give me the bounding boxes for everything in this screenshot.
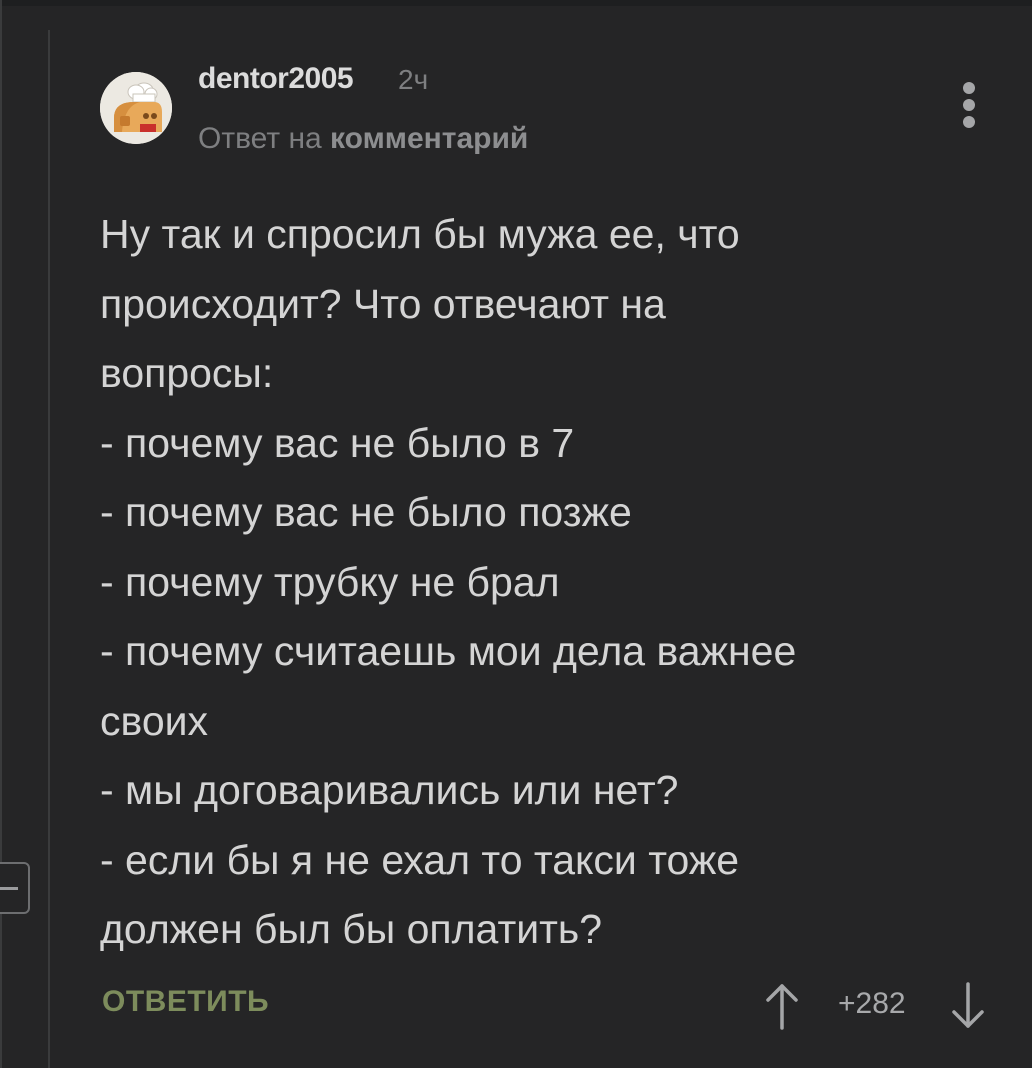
downvote-button[interactable] bbox=[948, 980, 988, 1032]
rating-score: +282 bbox=[838, 987, 906, 1020]
comment-line: своих bbox=[100, 697, 209, 744]
comment-line: - почему трубку не брал bbox=[100, 558, 560, 605]
thread-line[interactable] bbox=[48, 30, 50, 1068]
author-username[interactable]: dentor2005 bbox=[198, 62, 354, 96]
avatar[interactable] bbox=[100, 72, 172, 144]
comment-line: - почему считаешь мои дела важнее bbox=[100, 628, 797, 674]
comment-line: - почему вас не было позже bbox=[100, 489, 632, 535]
reply-to-prefix: Ответ на bbox=[198, 122, 322, 155]
comment-line: - мы договаривались или нет? bbox=[100, 767, 679, 813]
comment-line: должен был бы оплатить? bbox=[100, 906, 603, 952]
comment-line: - если бы я не ехал то такси тоже bbox=[100, 836, 740, 883]
reply-button[interactable]: ОТВЕТИТЬ bbox=[102, 985, 269, 1019]
comment-line: - почему вас не было в 7 bbox=[100, 419, 575, 466]
arrow-down-icon bbox=[952, 982, 984, 1028]
avatar-image bbox=[100, 72, 172, 144]
comment-text: Ну так и спросил бы мужа ее, что происхо… bbox=[100, 200, 980, 965]
reply-to-info: Ответ на комментарий bbox=[198, 122, 528, 156]
comment-line: Ну так и спросил бы мужа ее, что bbox=[100, 211, 740, 257]
more-vertical-icon[interactable] bbox=[952, 80, 986, 130]
upvote-button[interactable] bbox=[762, 980, 802, 1032]
comment-timestamp: 2ч bbox=[398, 64, 429, 95]
arrow-up-icon bbox=[766, 984, 798, 1030]
top-edge bbox=[0, 0, 1032, 6]
minus-icon bbox=[0, 887, 18, 890]
collapse-thread-button[interactable] bbox=[0, 862, 30, 914]
comment-line: вопросы: bbox=[100, 350, 274, 396]
parent-comment-link[interactable]: комментарий bbox=[330, 122, 528, 155]
comment-line: происходит? Что отвечают на bbox=[100, 280, 666, 327]
